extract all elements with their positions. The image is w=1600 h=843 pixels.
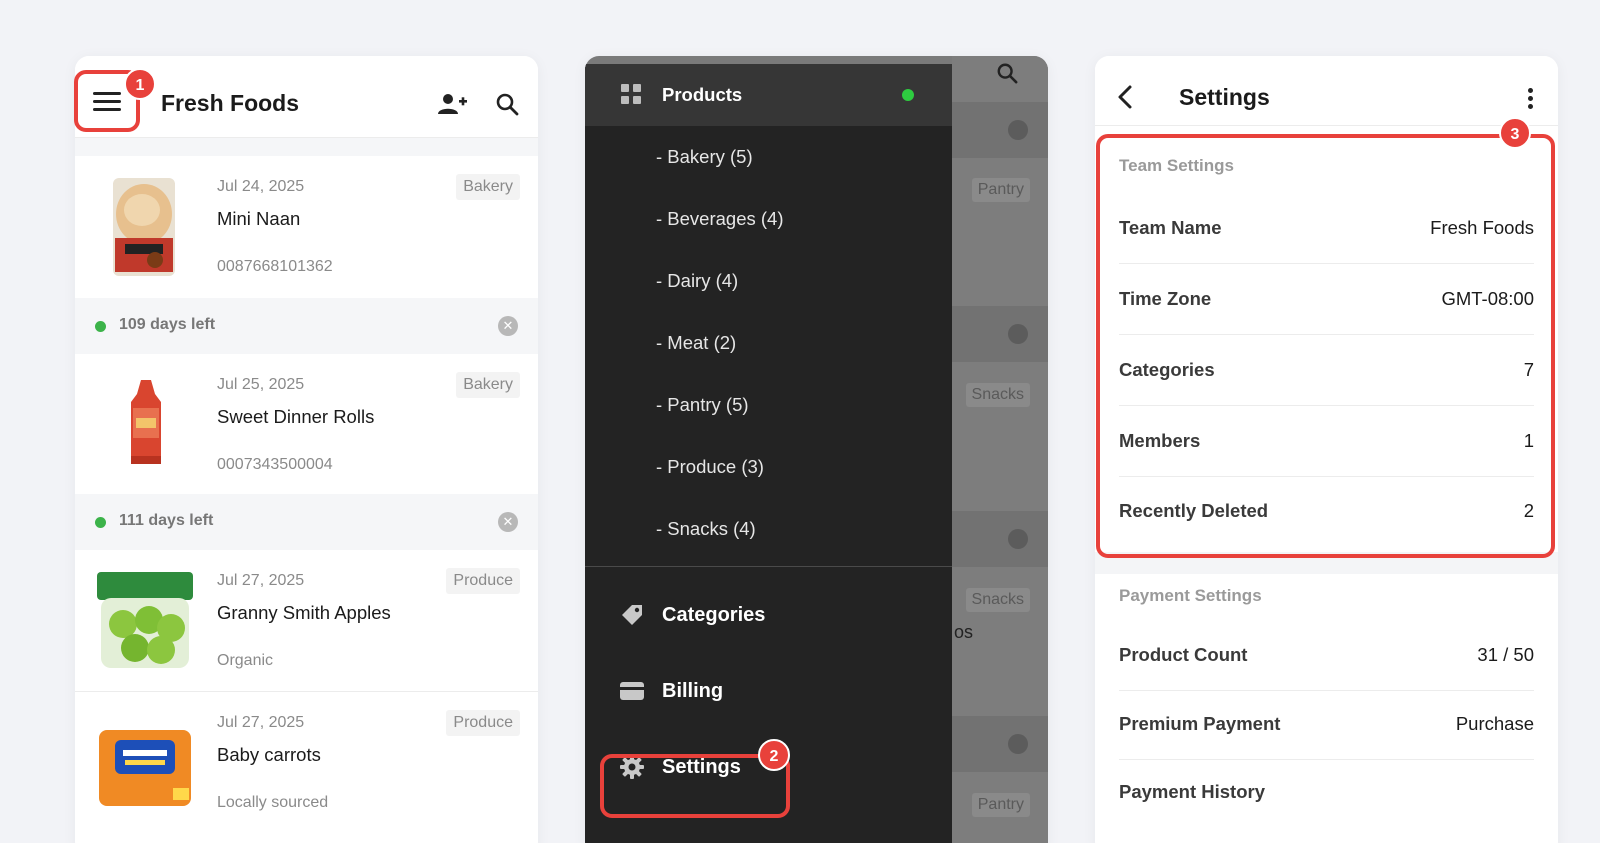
drawer-item-billing[interactable]: Billing bbox=[585, 664, 952, 720]
drawer-category-item[interactable]: - Dairy (4) bbox=[656, 270, 738, 292]
category-tag: Bakery bbox=[456, 174, 520, 200]
truncated-text: os bbox=[954, 622, 974, 642]
drawer-category-item[interactable]: - Produce (3) bbox=[656, 456, 764, 478]
days-left-row bbox=[75, 138, 538, 156]
category-tag: Produce bbox=[446, 710, 520, 736]
apples-image bbox=[97, 572, 193, 668]
category-tag: Bakery bbox=[456, 372, 520, 398]
search-icon[interactable] bbox=[495, 92, 519, 116]
category-tag: Snacks bbox=[965, 383, 1030, 407]
category-tag: Produce bbox=[446, 568, 520, 594]
close-icon bbox=[1008, 324, 1028, 344]
status-dot-icon bbox=[902, 89, 914, 101]
team-settings-highlight bbox=[1096, 134, 1555, 558]
product-name: Sweet Dinner Rolls bbox=[217, 406, 375, 427]
navigation-drawer-screen: Pantry Snacks Snacks os Pantry Products … bbox=[585, 56, 1048, 843]
product-note: Locally sourced bbox=[217, 794, 329, 811]
close-icon[interactable]: ✕ bbox=[498, 512, 518, 532]
more-options-icon[interactable] bbox=[1528, 88, 1534, 110]
drawer-item-categories[interactable]: Categories bbox=[585, 588, 952, 644]
settings-row-premium-payment[interactable]: Premium Payment Purchase bbox=[1119, 690, 1534, 760]
days-left-text: 111 days left bbox=[119, 512, 214, 529]
step-badge-1: 1 bbox=[124, 68, 156, 100]
row-label: Payment History bbox=[1119, 781, 1265, 802]
product-list-item[interactable]: Jul 27, 2025 Granny Smith Apples Organic… bbox=[75, 550, 538, 692]
drawer-category-item[interactable]: - Beverages (4) bbox=[656, 208, 784, 230]
drawer-category-item[interactable]: - Meat (2) bbox=[656, 332, 736, 354]
product-note: Organic bbox=[217, 652, 274, 669]
row-label: Product Count bbox=[1119, 644, 1248, 665]
days-left-row: 111 days left ✕ bbox=[75, 494, 538, 550]
mini-naan-image bbox=[113, 178, 175, 276]
settings-row-payment-history[interactable]: Payment History bbox=[1119, 758, 1534, 828]
product-barcode: 0007343500004 bbox=[217, 456, 333, 473]
close-icon bbox=[1008, 734, 1028, 754]
drawer-item-label: Billing bbox=[662, 680, 724, 702]
dimmed-row bbox=[952, 306, 1048, 362]
expiry-date: Jul 27, 2025 bbox=[217, 572, 305, 589]
category-tag: Snacks bbox=[965, 588, 1030, 612]
product-list-item[interactable]: Jul 24, 2025 Mini Naan 0087668101362 Bak… bbox=[75, 156, 538, 298]
dimmed-row bbox=[952, 716, 1048, 772]
drawer-products-label: Products bbox=[662, 84, 743, 105]
product-list-item[interactable]: Jul 27, 2025 Baby carrots Locally source… bbox=[75, 692, 538, 834]
drawer-divider bbox=[585, 566, 952, 567]
dinner-rolls-image bbox=[131, 380, 161, 464]
dimmed-row bbox=[952, 511, 1048, 567]
close-icon bbox=[1008, 120, 1028, 140]
product-name: Mini Naan bbox=[217, 208, 301, 229]
product-list-item[interactable]: Jul 25, 2025 Sweet Dinner Rolls 00073435… bbox=[75, 354, 538, 496]
search-icon bbox=[997, 63, 1018, 84]
row-value: 31 / 50 bbox=[1477, 644, 1534, 665]
drawer-category-item[interactable]: - Pantry (5) bbox=[656, 394, 749, 416]
payment-settings-heading: Payment Settings bbox=[1119, 586, 1262, 605]
category-tag: Pantry bbox=[971, 793, 1030, 817]
settings-row-product-count[interactable]: Product Count 31 / 50 bbox=[1119, 621, 1534, 691]
navigation-drawer: Products - Bakery (5) - Beverages (4) - … bbox=[585, 64, 952, 843]
drawer-item-label: Categories bbox=[662, 604, 766, 626]
drawer-category-item[interactable]: - Snacks (4) bbox=[656, 518, 756, 540]
status-dot-icon bbox=[95, 321, 106, 332]
row-label: Premium Payment bbox=[1119, 713, 1281, 734]
dimmed-product-list: Pantry Snacks Snacks os Pantry bbox=[952, 56, 1048, 843]
dimmed-row bbox=[952, 102, 1048, 158]
product-barcode: 0087668101362 bbox=[217, 258, 333, 275]
product-list-screen: Fresh Foods Jul 24, 2025 Mini Naan 00876… bbox=[75, 56, 538, 843]
step-badge-3: 3 bbox=[1499, 117, 1531, 149]
row-value: Purchase bbox=[1455, 713, 1534, 734]
drawer-products-item[interactable]: Products bbox=[585, 64, 952, 126]
grid-icon bbox=[621, 84, 641, 104]
expiry-date: Jul 25, 2025 bbox=[217, 376, 305, 393]
close-icon[interactable]: ✕ bbox=[498, 316, 518, 336]
credit-card-icon bbox=[620, 682, 644, 700]
drawer-category-item[interactable]: - Bakery (5) bbox=[656, 146, 753, 168]
product-name: Baby carrots bbox=[217, 744, 321, 765]
page-title: Settings bbox=[1179, 84, 1270, 110]
tag-icon bbox=[622, 605, 642, 625]
step-badge-2: 2 bbox=[758, 739, 790, 771]
days-left-row: 109 days left ✕ bbox=[75, 298, 538, 354]
product-name: Granny Smith Apples bbox=[217, 602, 391, 623]
add-user-icon[interactable] bbox=[437, 92, 467, 116]
expiry-date: Jul 24, 2025 bbox=[217, 178, 305, 195]
close-icon bbox=[1008, 529, 1028, 549]
category-tag: Pantry bbox=[971, 178, 1030, 202]
carrots-image bbox=[99, 730, 191, 806]
status-dot-icon bbox=[95, 517, 106, 528]
settings-header: Settings bbox=[1095, 56, 1558, 126]
back-arrow-icon[interactable] bbox=[1115, 84, 1135, 110]
days-left-text: 109 days left bbox=[119, 316, 216, 333]
app-title: Fresh Foods bbox=[161, 90, 300, 116]
expiry-date: Jul 27, 2025 bbox=[217, 714, 305, 731]
